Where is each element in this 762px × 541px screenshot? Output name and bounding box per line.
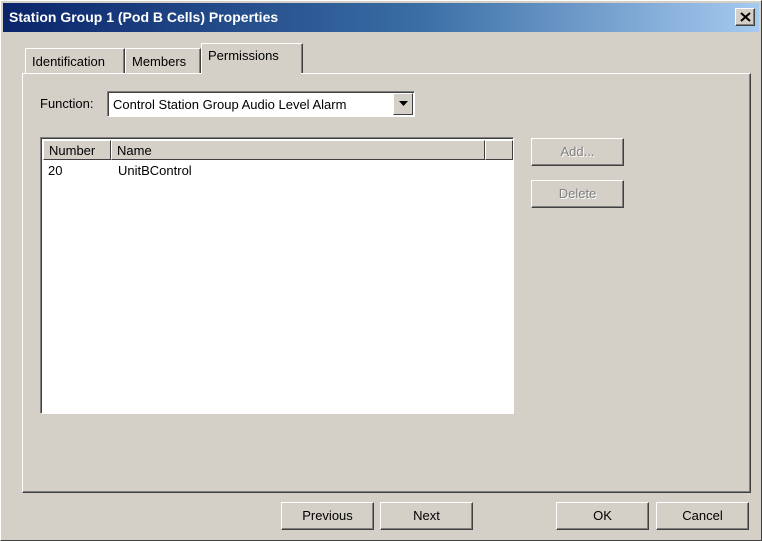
window-title: Station Group 1 (Pod B Cells) Properties — [9, 9, 279, 25]
ok-button[interactable]: OK — [556, 502, 649, 530]
list-item[interactable]: 20 UnitBControl — [43, 163, 513, 181]
active-tab-joiner — [202, 72, 301, 75]
tab-permissions[interactable]: Permissions — [201, 43, 303, 73]
title-bar[interactable]: Station Group 1 (Pod B Cells) Properties — [3, 3, 759, 32]
permissions-list[interactable]: Number Name 20 UnitBControl — [40, 137, 514, 414]
tab-permissions-label: Permissions — [208, 48, 279, 63]
add-button[interactable]: Add... — [531, 138, 624, 166]
column-header-number[interactable]: Number — [43, 140, 111, 160]
function-label: Function: — [40, 96, 94, 111]
cancel-button[interactable]: Cancel — [656, 502, 749, 530]
function-select-value: Control Station Group Audio Level Alarm — [113, 97, 347, 112]
column-header-number-label: Number — [49, 143, 96, 158]
list-item-number: 20 — [48, 163, 63, 178]
tab-members[interactable]: Members — [125, 48, 201, 74]
tab-identification[interactable]: Identification — [25, 48, 125, 74]
delete-button[interactable]: Delete — [531, 180, 624, 208]
chevron-down-icon — [399, 101, 408, 106]
list-header: Number Name — [43, 140, 513, 160]
function-select[interactable]: Control Station Group Audio Level Alarm — [107, 91, 415, 117]
close-button[interactable] — [735, 8, 755, 26]
tab-identification-label: Identification — [32, 54, 105, 69]
column-header-name[interactable]: Name — [111, 140, 485, 160]
next-button[interactable]: Next — [380, 502, 473, 530]
function-dropdown-button[interactable] — [393, 93, 413, 115]
list-item-name: UnitBControl — [118, 163, 192, 178]
close-icon — [740, 12, 751, 22]
previous-button[interactable]: Previous — [281, 502, 374, 530]
tab-members-label: Members — [132, 54, 187, 69]
column-header-name-label: Name — [117, 143, 152, 158]
column-header-filler — [485, 140, 513, 160]
